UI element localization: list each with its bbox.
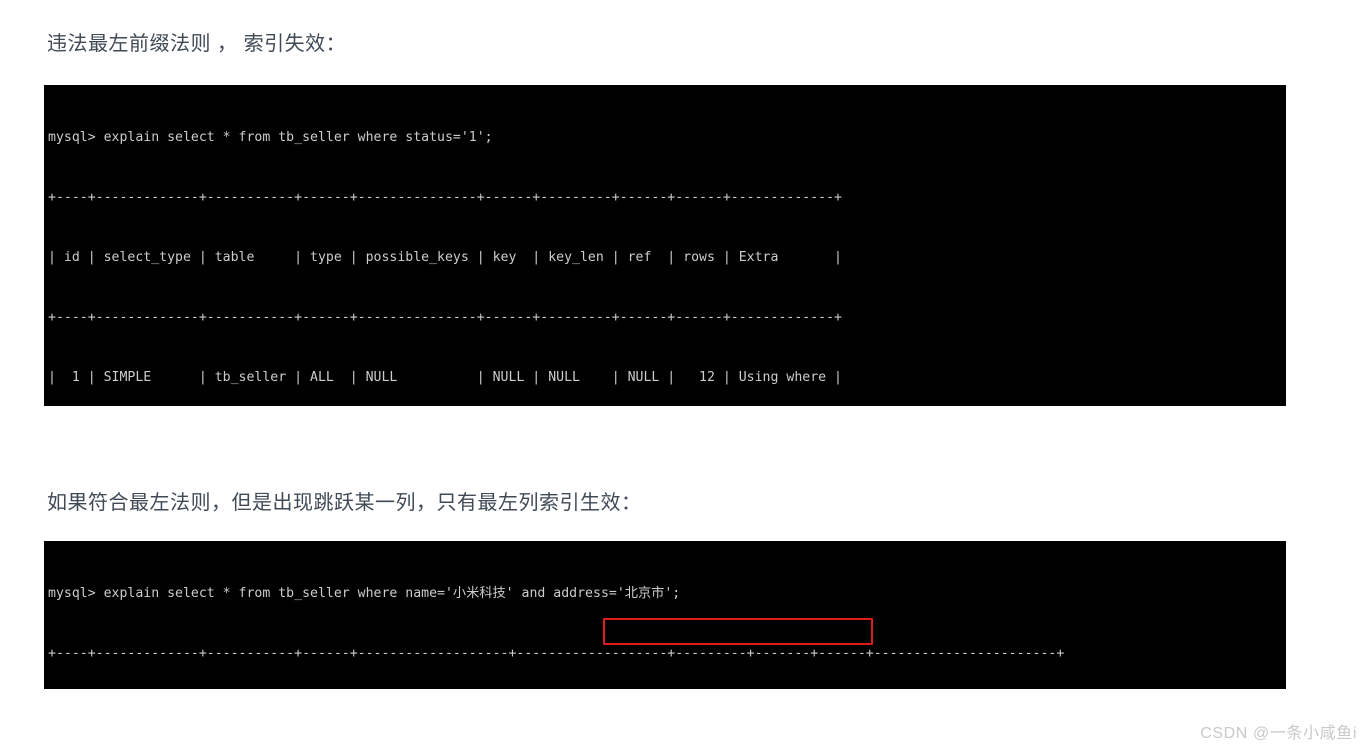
terminal-line: | id | select_type | table | type | poss… [48, 250, 842, 265]
section-heading-skip-column: 如果符合最左法则，但是出现跳跃某一列，只有最左列索引生效： [47, 492, 642, 514]
terminal-line: +----+-------------+-----------+------+-… [48, 310, 842, 325]
page-root: 违法最左前缀法则 ， 索引失效： mysql> explain select *… [0, 0, 1367, 749]
terminal-line: mysql> explain select * from tb_seller w… [48, 130, 493, 145]
terminal-line: +----+-------------+-----------+------+-… [48, 190, 842, 205]
terminal-output-block-1: mysql> explain select * from tb_seller w… [44, 85, 1286, 406]
terminal-line: | 1 | SIMPLE | tb_seller | ALL | NULL | … [48, 370, 842, 385]
section-heading-invalid-leftmost-prefix: 违法最左前缀法则 ， 索引失效： [47, 33, 347, 55]
red-highlight-annotation-box [603, 618, 873, 645]
csdn-watermark: CSDN @一条小咸鱼i [1200, 725, 1357, 742]
terminal-output-block-2: mysql> explain select * from tb_seller w… [44, 541, 1286, 689]
terminal-line: mysql> explain select * from tb_seller w… [48, 586, 681, 601]
terminal-line: +----+-------------+-----------+------+-… [48, 646, 1065, 661]
